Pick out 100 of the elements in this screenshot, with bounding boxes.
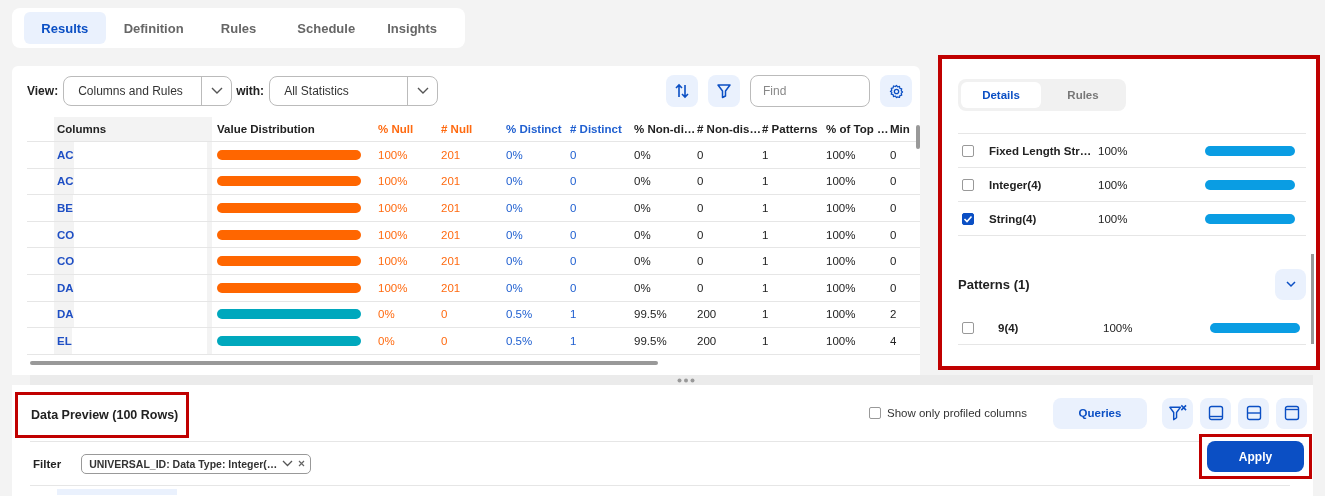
table-cell-text: 0%	[634, 175, 652, 188]
checkbox[interactable]	[962, 178, 974, 191]
table-cell-text: 0	[890, 175, 898, 188]
checkbox[interactable]	[869, 407, 881, 419]
table-cell-text: 0	[570, 228, 578, 241]
table-cell-text: 1	[570, 308, 578, 321]
column-name-link[interactable]: BE	[57, 202, 73, 214]
column-header[interactable]: # Patterns	[762, 123, 826, 135]
view-dropdown[interactable]: Columns and Rules	[63, 76, 233, 106]
layout-split-button[interactable]	[1238, 397, 1269, 429]
table-cell-text: 1	[762, 308, 770, 321]
column-name-link[interactable]: CO	[57, 255, 75, 268]
table-cell-text: 201	[441, 281, 462, 294]
pattern-label: 9(4)	[998, 321, 1020, 334]
layout-top-button[interactable]	[1276, 397, 1307, 429]
tab[interactable]: Definition	[109, 12, 194, 44]
table-cell-text: 0	[890, 148, 898, 161]
table-cell-text: 99.5%	[634, 308, 668, 321]
table-cell-text: 100%	[378, 255, 409, 268]
column-name-link[interactable]: EL	[57, 334, 72, 347]
checkbox[interactable]	[962, 144, 974, 157]
chevron-down-icon[interactable]	[282, 460, 294, 467]
find-field[interactable]: Find	[750, 75, 870, 107]
with-label: with:	[236, 84, 265, 98]
table-cell-text: 0%	[634, 255, 652, 268]
column-name-link[interactable]: CO	[57, 228, 75, 241]
column-header[interactable]: % Distinct	[506, 123, 570, 135]
statistics-dropdown[interactable]: All Statistics	[269, 76, 439, 106]
table-cell-text: 201	[441, 202, 462, 214]
tab[interactable]: Details	[961, 82, 1041, 108]
tab[interactable]: Rules	[1043, 82, 1123, 108]
column-header[interactable]: % Non-di…	[634, 123, 697, 135]
table-cell-text: 0	[441, 308, 449, 321]
table-cell-text: 0	[697, 175, 705, 188]
table-cell-text: 0%	[506, 281, 524, 294]
percent-text: 100%	[1103, 321, 1134, 334]
table-cell-text: 100%	[826, 255, 857, 268]
table-cell-text: 100%	[826, 308, 857, 321]
table-cell-text: 2	[890, 308, 898, 321]
chevron-down-icon	[416, 87, 429, 95]
column-header[interactable]: # Distinct	[570, 123, 634, 135]
table-cell-text: 0	[697, 202, 705, 214]
table-cell-text: 0%	[634, 148, 652, 161]
table-cell-text: 100%	[826, 334, 857, 347]
table-cell-text: 100%	[826, 202, 857, 214]
table-cell-text: 100%	[826, 228, 857, 241]
tab[interactable]: Insights	[371, 12, 453, 44]
filter-button[interactable]	[708, 75, 740, 107]
layout-top-icon	[1283, 405, 1300, 421]
scrollbar[interactable]	[1311, 254, 1314, 344]
table-cell-text: 0%	[506, 175, 524, 188]
layout-split-icon	[1245, 405, 1262, 421]
chevron-down-icon	[210, 87, 223, 95]
tab[interactable]: Rules	[197, 12, 280, 44]
table-cell-text: 201	[441, 148, 462, 161]
data-type-label: String(4)	[989, 212, 1038, 225]
clear-filter-icon	[1168, 403, 1187, 423]
table-cell-text: 0	[697, 255, 705, 268]
layout-bottom-button[interactable]	[1200, 397, 1231, 429]
table-cell-text: 0	[570, 202, 578, 214]
table-cell-text: 0	[890, 202, 898, 214]
chevron-down-icon	[1285, 280, 1296, 288]
table-cell-text: 0	[570, 281, 578, 294]
table-cell-text: 0	[570, 148, 578, 161]
settings-icon	[888, 83, 904, 99]
table-cell-text: 99.5%	[634, 334, 668, 347]
collapse-button[interactable]	[1275, 268, 1306, 300]
filter-chip[interactable]: UNIVERSAL_ID: Data Type: Integer(…	[81, 453, 312, 474]
column-header[interactable]: Min	[890, 123, 912, 135]
checkbox[interactable]	[962, 212, 974, 225]
close-icon[interactable]	[298, 460, 306, 467]
sort-arrows-icon	[674, 83, 690, 99]
table-cell-text: 0%	[634, 281, 652, 294]
checkbox-label: Show only profiled columns	[887, 407, 1027, 419]
column-name-link[interactable]: DA	[57, 308, 74, 321]
percent-text: 100%	[1098, 178, 1129, 191]
checkbox[interactable]	[962, 321, 974, 334]
table-cell-text: 200	[697, 334, 718, 347]
column-name-link[interactable]: AC	[57, 175, 74, 188]
queries-button[interactable]: Queries	[1053, 397, 1147, 429]
column-name-link[interactable]: AC	[57, 148, 74, 161]
sort-button[interactable]	[666, 75, 698, 107]
column-name-link[interactable]: DA	[57, 281, 74, 294]
column-header[interactable]: % of Top …	[826, 123, 890, 135]
tab[interactable]: Results	[24, 12, 106, 44]
table-cell-text: 0	[697, 281, 705, 294]
settings-button[interactable]	[880, 75, 912, 107]
column-header[interactable]: # Non-dis…	[697, 123, 762, 135]
scrollbar[interactable]	[916, 125, 920, 149]
drag-handle-icon[interactable]	[676, 377, 695, 383]
table-cell-text: 201	[441, 175, 462, 188]
table-cell-text: 0%	[634, 228, 652, 241]
scrollbar[interactable]	[30, 361, 658, 365]
layout-bottom-icon	[1207, 405, 1224, 421]
clear-filter-button[interactable]	[1162, 397, 1193, 429]
apply-button[interactable]: Apply	[1207, 441, 1304, 472]
view-label: View:	[27, 84, 59, 98]
column-header[interactable]: Value Distribution	[212, 123, 378, 135]
tab[interactable]: Schedule	[283, 12, 368, 44]
column-header[interactable]: Columns	[54, 117, 212, 141]
